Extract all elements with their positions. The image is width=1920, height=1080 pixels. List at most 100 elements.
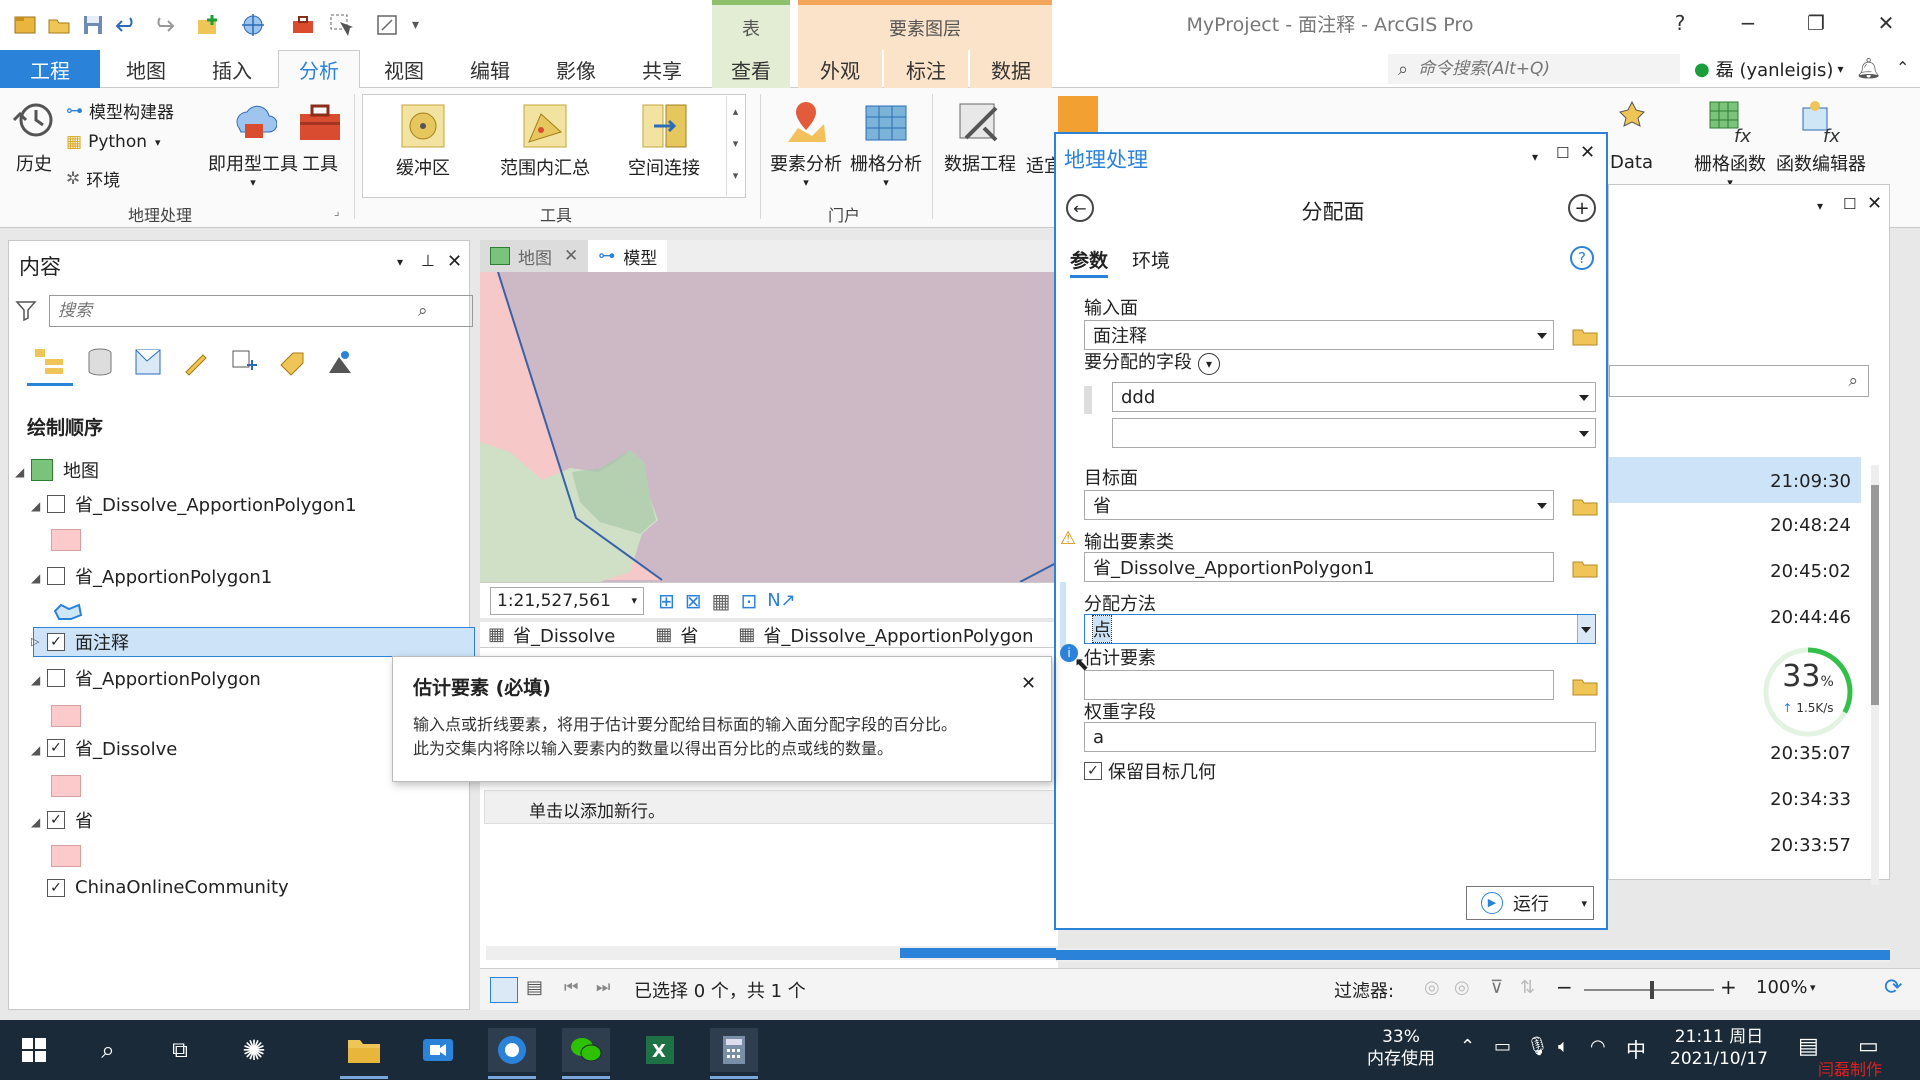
buffer-button[interactable]: 缓冲区 <box>396 102 450 180</box>
pane-options-icon[interactable]: ▾ <box>397 255 403 269</box>
layer-province[interactable]: ✓ 省 <box>47 807 93 833</box>
last-record-icon[interactable]: ⏭ <box>596 977 610 997</box>
filter-extent-icon[interactable]: ◎ <box>1424 977 1440 998</box>
tab-imagery[interactable]: 影像 <box>534 50 618 88</box>
battery-icon[interactable]: ▭ <box>1494 1036 1511 1057</box>
notifications-icon[interactable]: ▤ <box>1798 1034 1819 1059</box>
tab-table-province[interactable]: ▦ 省 <box>655 622 698 648</box>
field-select-1[interactable]: ddd <box>1112 382 1596 412</box>
microphone-icon[interactable]: 🎙︎ <box>1526 1036 1549 1057</box>
tab-labeling[interactable]: 标注 <box>884 50 968 88</box>
history-scrollbar[interactable] <box>1871 465 1879 885</box>
row-handle[interactable] <box>1084 386 1092 414</box>
layer-dissolve-apportion1[interactable]: 省_Dissolve_ApportionPolygon1 <box>47 491 357 517</box>
layer-visibility-checkbox[interactable]: ✓ <box>47 633 65 651</box>
sort-icon[interactable]: ⇅ <box>1520 977 1535 998</box>
layer-visibility-checkbox[interactable] <box>47 567 65 585</box>
list-by-selection-icon[interactable] <box>133 347 163 377</box>
chevron-down-icon[interactable]: ▾ <box>1581 897 1587 910</box>
tab-edit[interactable]: 编辑 <box>448 50 532 88</box>
layer-map[interactable]: 地图 <box>31 457 99 483</box>
close-pane-icon[interactable]: ✕ <box>447 251 462 272</box>
modelbuilder-button[interactable]: ⊶ 模型构建器 <box>66 98 174 124</box>
field-select-2[interactable] <box>1112 418 1596 448</box>
select-icon[interactable] <box>328 12 354 38</box>
map-view[interactable] <box>480 272 1058 582</box>
tooltip-close-button[interactable]: ✕ <box>1021 673 1036 694</box>
start-button[interactable] <box>10 1028 58 1072</box>
layer-apportion[interactable]: 省_ApportionPolygon <box>47 665 261 691</box>
tab-model-view[interactable]: ⊶ 模型 <box>588 240 668 272</box>
list-by-source-icon[interactable] <box>85 347 115 377</box>
apportion-method-select[interactable]: 点 <box>1084 614 1596 644</box>
table-scrollbar-track[interactable] <box>1056 948 1890 962</box>
layer-apportion1[interactable]: 省_ApportionPolygon1 <box>47 563 272 589</box>
target-polygons-select[interactable]: 省 <box>1084 490 1554 520</box>
search-icon[interactable]: ⌕ <box>84 1028 132 1072</box>
raster-analysis-button[interactable]: 栅格分析 ▾ <box>850 98 922 189</box>
tab-map-view[interactable]: 地图 ✕ <box>480 240 589 272</box>
environments-button[interactable]: ✲ 环境 <box>66 166 120 192</box>
collapse-layer-icon[interactable]: ◢ <box>31 743 40 757</box>
collapse-layer-icon[interactable]: ◢ <box>31 571 40 585</box>
redo-icon[interactable] <box>150 12 176 38</box>
collapse-layer-icon[interactable]: ◢ <box>31 499 40 513</box>
tab-table-view[interactable]: 查看 <box>712 50 790 88</box>
layer-visibility-checkbox[interactable] <box>47 495 65 513</box>
close-window-button[interactable]: ✕ <box>1866 8 1906 38</box>
tab-parameters[interactable]: 参数 <box>1070 246 1109 278</box>
filter-icon[interactable]: ⊽ <box>1490 977 1503 998</box>
list-by-perspective-icon[interactable] <box>325 347 355 377</box>
tab-project[interactable]: 工程 <box>0 50 100 88</box>
table-icon[interactable]: ▦ <box>712 589 731 613</box>
output-features-input[interactable]: 省_Dissolve_ApportionPolygon1 <box>1084 552 1554 582</box>
tab-environments[interactable]: 环境 <box>1132 250 1170 272</box>
open-project-icon[interactable] <box>46 12 72 38</box>
close-icon[interactable]: ✕ <box>564 246 578 266</box>
python-button[interactable]: ▦ Python ▾ <box>66 132 161 152</box>
collapse-ribbon-icon[interactable]: ⌃ <box>1896 58 1909 77</box>
polygon-symbol[interactable] <box>51 529 81 551</box>
layer-polygon-annotation[interactable]: ✓ 面注释 <box>47 629 129 655</box>
run-button[interactable]: ▶ 运行 ▾ <box>1466 886 1594 920</box>
help-icon[interactable]: ? <box>1570 246 1594 270</box>
zoom-in-icon[interactable]: + <box>1720 975 1737 999</box>
polygon-symbol[interactable] <box>51 775 81 797</box>
collapse-map-icon[interactable]: ◢ <box>15 465 24 479</box>
collapse-layer-icon[interactable]: ◢ <box>31 815 40 829</box>
constraint-icon[interactable]: ⊡ <box>740 589 757 613</box>
ready-to-use-tools-button[interactable]: 即用型工具 ▾ <box>208 98 298 189</box>
snapping-icon[interactable]: ⊠ <box>685 589 702 613</box>
excel-icon[interactable]: X <box>636 1028 684 1072</box>
north-icon[interactable]: N↗ <box>767 590 796 611</box>
contents-search-box[interactable]: ⌕ <box>49 295 473 327</box>
bell-icon[interactable]: 🔔︎ <box>1856 56 1881 80</box>
list-by-labeling-icon[interactable] <box>277 347 307 377</box>
browser-icon[interactable] <box>488 1028 536 1072</box>
polygon-symbol[interactable] <box>51 845 81 867</box>
toolbox-icon[interactable] <box>290 12 316 38</box>
list-by-drawing-order-icon[interactable] <box>33 347 67 377</box>
command-search-box[interactable]: ⌕ <box>1388 54 1680 84</box>
customize-qat-icon[interactable]: ▾ <box>412 12 438 38</box>
layer-basemap[interactable]: ✓ ChinaOnlineCommunity <box>47 877 289 898</box>
raster-function-button[interactable]: fx 栅格函数 ▾ <box>1694 98 1766 189</box>
polygon-symbol[interactable] <box>51 705 81 727</box>
add-row[interactable]: 单击以添加新行。 <box>484 790 1058 824</box>
layer-visibility-checkbox[interactable] <box>47 669 65 687</box>
table-scrollbar-thumb[interactable] <box>1056 950 1890 960</box>
restore-button[interactable]: ❐ <box>1796 8 1836 38</box>
tab-view[interactable]: 视图 <box>362 50 446 88</box>
app-icon-swirl[interactable]: ✺ <box>230 1028 278 1072</box>
summarize-within-button[interactable]: 范围内汇总 <box>500 102 590 180</box>
tab-share[interactable]: 共享 <box>620 50 704 88</box>
show-all-records-icon[interactable] <box>490 977 518 1003</box>
refresh-icon[interactable]: ⟳ <box>1884 975 1902 1000</box>
horizontal-scrollbar[interactable] <box>486 946 1058 960</box>
chevron-up-icon[interactable]: ⌃ <box>1460 1036 1475 1057</box>
list-by-snapping-icon[interactable] <box>229 347 259 377</box>
add-tool-button[interactable]: + <box>1568 194 1596 222</box>
pin-icon[interactable]: ⊥ <box>421 251 435 270</box>
folder-icon[interactable] <box>1572 496 1598 516</box>
tab-analysis[interactable]: 分析 <box>278 50 360 88</box>
